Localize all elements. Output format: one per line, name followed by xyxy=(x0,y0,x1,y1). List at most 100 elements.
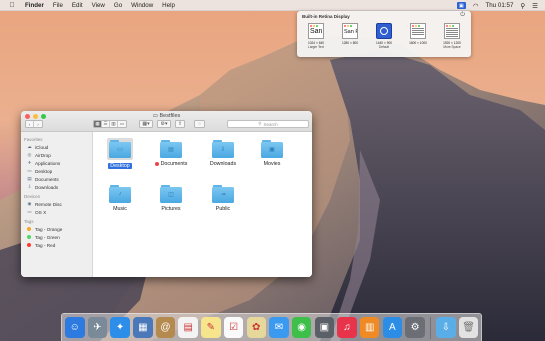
notes-icon[interactable]: ✎ xyxy=(201,317,221,338)
ibooks-icon[interactable]: ▥ xyxy=(359,317,380,338)
app-store-icon[interactable]: A xyxy=(382,317,403,338)
contacts-icon[interactable]: @ xyxy=(155,317,176,338)
menu-edit[interactable]: Edit xyxy=(72,2,83,9)
resolution-option[interactable]: San F 1280 × 800 xyxy=(334,23,366,49)
messages-icon[interactable]: ✉ xyxy=(269,317,289,338)
trash-icon[interactable]: 🗑 xyxy=(458,317,479,338)
arrange-button[interactable]: ▦▾ xyxy=(139,120,153,128)
power-icon[interactable]: ⏻ xyxy=(460,12,465,19)
sidebar-header-tags: Tags xyxy=(24,219,34,224)
sidebar-header-devices: Devices xyxy=(24,194,41,199)
resolution-preview xyxy=(444,23,460,39)
preview-icon[interactable]: ▦ xyxy=(133,317,153,338)
display-menu-icon[interactable]: ▣ xyxy=(456,2,466,9)
apple-menu-icon[interactable]:  xyxy=(7,2,17,9)
sidebar-item-downloads[interactable]: ⇩ Downloads xyxy=(21,183,92,191)
folder-item-public[interactable]: ⇥ Public xyxy=(203,185,243,212)
resolution-label: Larger Text xyxy=(308,45,324,49)
facetime-icon[interactable]: ◉ xyxy=(291,317,312,338)
action-gear-button[interactable]: ⚙▾ xyxy=(157,120,171,128)
finder-icon[interactable]: ☺ xyxy=(65,317,85,338)
folder-icon: ▤ xyxy=(160,140,182,158)
sidebar-item-desktop[interactable]: ▭ Desktop xyxy=(21,167,92,175)
system-preferences-icon[interactable]: ⚙ xyxy=(405,317,425,338)
photos-icon[interactable]: ✿ xyxy=(246,317,266,338)
sidebar-item-os-x[interactable]: ▭ OS X xyxy=(21,208,92,216)
folder-item-documents[interactable]: ▤ Documents xyxy=(151,140,191,167)
resolution-label: Default xyxy=(378,45,390,49)
airdrop-icon: ◎ xyxy=(27,152,32,157)
resolution-option-default[interactable]: 1440 × 900 Default xyxy=(368,23,400,49)
window-title: ▭ Bestfiles xyxy=(152,113,181,119)
green-tag-dot-icon xyxy=(27,235,31,239)
finder-window: ▭ Bestfiles ‹ › ▦ ☰ ▥ ▭ ▦▾ ⚙▾ ⇧ ◌ ⚲ Sear… xyxy=(21,111,312,277)
folder-name: Desktop xyxy=(108,163,132,169)
calendar-icon[interactable]: ▤ xyxy=(178,317,198,338)
window-toolbar: ▭ Bestfiles ‹ › ▦ ☰ ▥ ▭ ▦▾ ⚙▾ ⇧ ◌ ⚲ Sear… xyxy=(21,111,312,132)
wifi-icon[interactable]: ◠ xyxy=(473,2,479,10)
menu-file[interactable]: File xyxy=(53,2,63,9)
sidebar-item-tag-green[interactable]: Tag - Green xyxy=(21,233,92,241)
sidebar-item-tag-red[interactable]: Tag - Red xyxy=(21,241,92,249)
documents-icon: ▤ xyxy=(27,176,32,181)
cover-flow-button[interactable]: ▭ xyxy=(118,121,126,127)
notification-center-icon[interactable]: ☰ xyxy=(532,2,538,10)
menu-window[interactable]: Window xyxy=(131,2,153,9)
red-tag-dot-icon xyxy=(154,162,159,166)
orange-tag-dot-icon xyxy=(27,227,31,231)
icon-view-button[interactable]: ▦ xyxy=(94,121,102,127)
sidebar-item-remote-disc[interactable]: ◉ Remote Disc xyxy=(21,200,92,208)
safari-icon[interactable]: ✦ xyxy=(110,317,130,338)
dock: ☺ ✈ ✦ ▦ @ ▤ ✎ ☑ ✿ ✉ ◉ ▣ ♫ ▥ A ⚙ ⇩ 🗑 xyxy=(61,313,482,341)
resolution-preview: San F xyxy=(342,23,358,39)
downloads-stack-icon[interactable]: ⇩ xyxy=(436,317,456,338)
popover-title: Built-in Retina Display xyxy=(302,14,350,19)
downloads-icon: ⇩ xyxy=(27,184,32,189)
folder-icon: ▭ xyxy=(109,140,131,158)
folder-name: Documents xyxy=(154,161,187,167)
search-icon: ⚲ xyxy=(258,121,262,126)
photo-booth-icon[interactable]: ▣ xyxy=(314,317,335,338)
sidebar-item-applications[interactable]: ✈ Applications xyxy=(21,159,92,167)
resolution-value: 1600 × 1000 xyxy=(409,41,427,45)
launchpad-icon[interactable]: ✈ xyxy=(87,317,108,338)
hard-drive-icon: ▭ xyxy=(27,209,32,214)
resolution-option[interactable]: San 1024 × 640 Larger Text xyxy=(300,23,332,49)
menu-app-name[interactable]: Finder xyxy=(25,2,44,9)
sidebar-item-airdrop[interactable]: ◎ AirDrop xyxy=(21,151,92,159)
reminders-icon[interactable]: ☑ xyxy=(223,317,244,338)
sidebar-item-tag-orange[interactable]: Tag - Orange xyxy=(21,225,92,233)
menu-view[interactable]: View xyxy=(92,2,105,9)
menu-extras: ▣ ◠ Thu 01:57 ⚲ ☰ xyxy=(456,0,545,11)
menu-go[interactable]: Go xyxy=(114,2,122,9)
tags-button[interactable]: ◌ xyxy=(194,120,205,128)
column-view-button[interactable]: ▥ xyxy=(110,121,118,127)
spotlight-icon[interactable]: ⚲ xyxy=(520,2,525,10)
finder-content-area: ▭ Desktop ▤ Documents ⇩ Downloads ▣ Movi… xyxy=(94,132,312,277)
desktop-icon: ▭ xyxy=(27,168,32,173)
folder-icon: ⇩ xyxy=(212,140,234,158)
search-field[interactable]: ⚲ Search xyxy=(227,120,309,128)
folder-item-downloads[interactable]: ⇩ Downloads xyxy=(203,140,243,167)
menu-clock[interactable]: Thu 01:57 xyxy=(486,2,514,9)
share-button[interactable]: ⇧ xyxy=(175,120,185,128)
list-view-button[interactable]: ☰ xyxy=(102,121,110,127)
sidebar-item-icloud[interactable]: ☁ iCloud xyxy=(21,143,92,151)
menu-help[interactable]: Help xyxy=(162,2,175,9)
folder-item-music[interactable]: ♪ Music xyxy=(100,185,140,212)
folder-item-pictures[interactable]: ◫ Pictures xyxy=(151,185,191,212)
resolution-option[interactable]: 1600 × 1000 xyxy=(402,23,434,49)
sidebar-item-documents[interactable]: ▤ Documents xyxy=(21,175,92,183)
folder-item-movies[interactable]: ▣ Movies xyxy=(252,140,292,167)
folder-item-desktop[interactable]: ▭ Desktop xyxy=(100,138,140,169)
forward-button[interactable]: › xyxy=(34,121,42,127)
sidebar-header-favorites: Favorites xyxy=(24,137,43,142)
folder-name: Music xyxy=(113,206,127,212)
view-mode-buttons: ▦ ☰ ▥ ▭ xyxy=(93,120,127,128)
dock-apps: ☺ ✈ ✦ ▦ @ ▤ ✎ ☑ ✿ ✉ ◉ ▣ ♫ ▥ A ⚙ ⇩ 🗑 xyxy=(65,317,479,339)
resolution-option[interactable]: 1920 × 1200 More Space xyxy=(436,23,468,49)
folder-name: Pictures xyxy=(161,206,181,212)
back-button[interactable]: ‹ xyxy=(26,121,34,127)
itunes-icon[interactable]: ♫ xyxy=(337,317,357,338)
menu-bar:  Finder File Edit View Go Window Help ▣… xyxy=(0,0,545,11)
